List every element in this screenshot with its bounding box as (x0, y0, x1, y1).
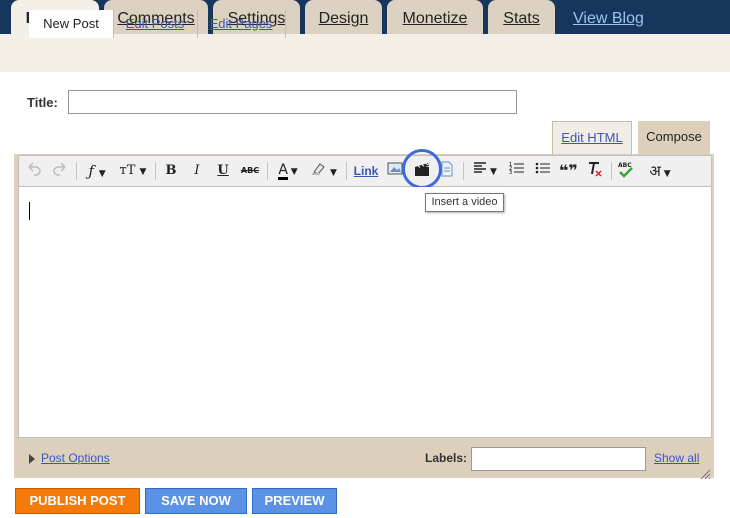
toolbar-divider (76, 162, 77, 180)
redo-icon[interactable] (51, 161, 69, 181)
view-blog-link[interactable]: View Blog (573, 0, 644, 34)
save-now-button[interactable]: SAVE NOW (145, 488, 247, 514)
subtab-edit-pages[interactable]: Edit Pages (200, 10, 282, 38)
compose-tab[interactable]: Compose (638, 121, 710, 155)
font-icon[interactable]: ƒ ▼ (82, 161, 112, 181)
insert-video-tooltip: Insert a video (425, 193, 504, 212)
tab-stats[interactable]: Stats (488, 0, 555, 35)
text-color-icon[interactable]: A ▼ (272, 161, 304, 181)
text-cursor (29, 202, 30, 220)
toolbar-divider (267, 162, 268, 180)
resize-grip-icon[interactable] (700, 465, 711, 480)
numbered-list-icon[interactable]: 123 (508, 161, 526, 181)
transliteration-glyph: अ (649, 162, 661, 180)
toolbar-divider (346, 162, 347, 180)
post-options-link[interactable]: Post Options (41, 451, 110, 465)
toolbar-divider (611, 162, 612, 180)
preview-button[interactable]: PREVIEW (252, 488, 337, 514)
undo-icon[interactable] (25, 161, 43, 181)
expand-arrow-icon[interactable] (29, 454, 35, 464)
bulleted-list-icon[interactable] (534, 161, 552, 181)
bold-icon[interactable]: B (162, 161, 180, 181)
title-input[interactable] (68, 90, 517, 114)
italic-icon[interactable]: I (188, 161, 206, 181)
toolbar-divider (155, 162, 156, 180)
sub-tab-divider (197, 10, 198, 38)
svg-text:3: 3 (509, 170, 512, 175)
link-button[interactable]: Link (352, 161, 380, 181)
title-label: Title: (27, 95, 58, 110)
font-size-icon[interactable]: тT ▼ (117, 161, 149, 181)
highlight-icon[interactable]: ▼ (308, 161, 340, 181)
labels-label: Labels: (425, 451, 468, 465)
blockquote-icon[interactable]: ❝❞ (559, 161, 578, 181)
video-highlight-circle (402, 149, 442, 189)
show-all-link[interactable]: Show all (654, 451, 699, 465)
tab-design[interactable]: Design (305, 0, 382, 35)
tab-monetize[interactable]: Monetize (387, 0, 483, 35)
align-icon[interactable]: ▼ (470, 161, 500, 181)
subtab-new-post[interactable]: New Post (29, 10, 113, 38)
text-color-glyph: A (278, 162, 288, 180)
sub-nav-bar (0, 34, 730, 72)
post-body-editor[interactable] (18, 187, 712, 438)
sub-tab-divider (285, 10, 286, 38)
toolbar-divider (463, 162, 464, 180)
subtab-edit-posts[interactable]: Edit Posts (116, 10, 194, 38)
sub-tab-divider (113, 10, 114, 38)
strikethrough-icon[interactable]: ABC (239, 161, 261, 181)
edit-html-tab[interactable]: Edit HTML (552, 121, 632, 155)
transliteration-icon[interactable]: अ ▼ (642, 161, 678, 181)
underline-icon[interactable]: U (214, 161, 232, 181)
svg-text:ABC: ABC (618, 162, 632, 169)
publish-post-button[interactable]: PUBLISH POST (15, 488, 140, 514)
labels-input[interactable] (471, 447, 646, 471)
spellcheck-icon[interactable]: ABC (616, 161, 636, 181)
remove-formatting-icon[interactable] (585, 161, 605, 181)
